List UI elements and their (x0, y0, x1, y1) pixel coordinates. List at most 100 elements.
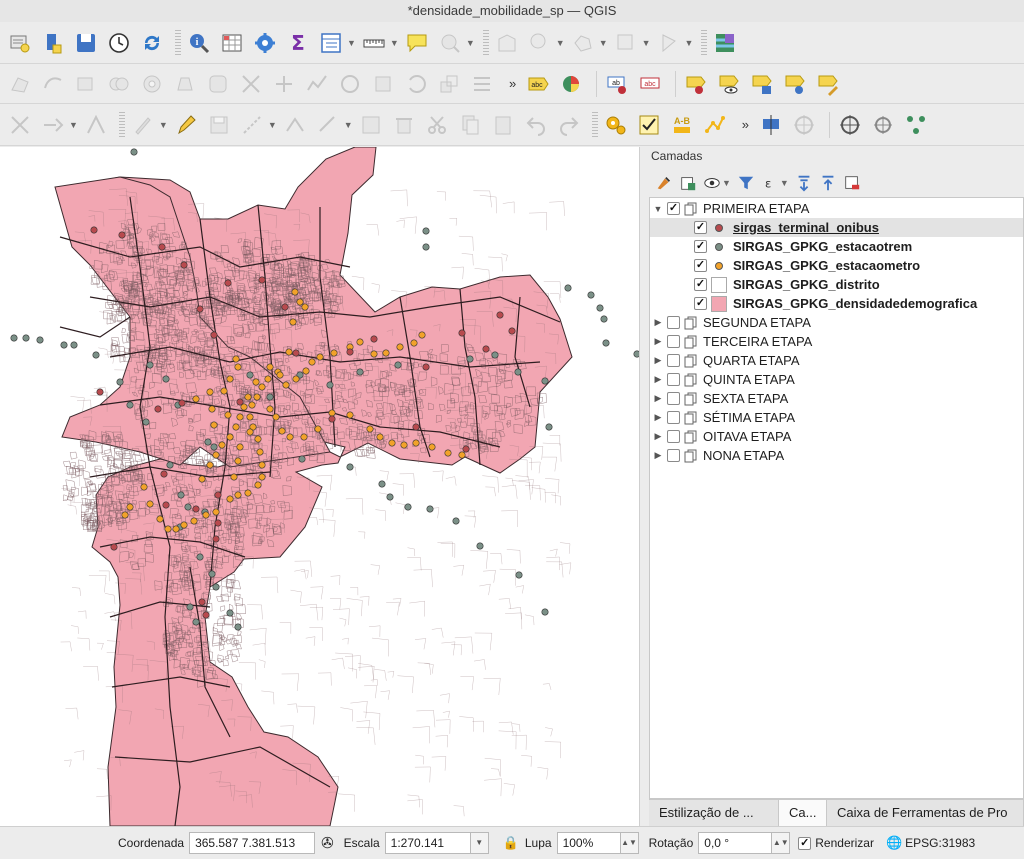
tab-styling[interactable]: Estilização de ... (649, 800, 779, 826)
vertex-tool-icon[interactable] (6, 70, 34, 98)
layer-checkbox[interactable]: ✓ (694, 297, 707, 310)
crs-capture-icon[interactable] (836, 111, 864, 139)
add-ring-icon[interactable] (336, 70, 364, 98)
join-attributes-icon[interactable]: A-B (668, 111, 696, 139)
tab-processing-toolbox[interactable]: Caixa de Ferramentas de Pro (827, 800, 1024, 826)
chevron-down-icon[interactable]: ▼ (466, 38, 475, 48)
measure-icon[interactable] (360, 29, 388, 57)
group-checkbox[interactable] (667, 430, 680, 443)
map-tips-icon[interactable] (403, 29, 431, 57)
lock-scale-icon[interactable]: 🔒 (503, 835, 519, 851)
save-edits-icon[interactable] (205, 111, 233, 139)
rotate-label-icon[interactable] (781, 70, 809, 98)
delete-ring-icon[interactable] (138, 70, 166, 98)
layer-group-primeira-etapa[interactable]: ▼ ✓ PRIMEIRA ETAPA (650, 199, 1023, 218)
merge-features-icon[interactable] (105, 70, 133, 98)
layer-group[interactable]: ▶ SEGUNDA ETAPA (650, 313, 1023, 332)
simplify-icon[interactable] (303, 70, 331, 98)
select-features-icon[interactable] (436, 29, 464, 57)
layer-item[interactable]: ✓ SIRGAS_GPKG_densidadedemografica (650, 294, 1023, 313)
layer-item[interactable]: ✓ SIRGAS_GPKG_estacaometro (650, 256, 1023, 275)
processing-gears-icon[interactable] (602, 111, 630, 139)
crs-button[interactable]: EPSG:31983 (905, 836, 975, 850)
reshape-icon[interactable] (39, 70, 67, 98)
expand-arrow-icon[interactable]: ▶ (653, 355, 663, 366)
map-canvas[interactable] (0, 147, 640, 826)
layer-item[interactable]: ✓ sirgas_terminal_onibus (650, 218, 1023, 237)
toolbar-overflow-button[interactable]: » (509, 76, 516, 91)
add-feature-icon[interactable] (238, 111, 266, 139)
group-checkbox[interactable] (667, 373, 680, 386)
layer-checkbox[interactable]: ✓ (694, 259, 707, 272)
expand-arrow-icon[interactable]: ▶ (653, 412, 663, 423)
add-part-icon[interactable] (369, 70, 397, 98)
current-edits-icon[interactable] (129, 111, 157, 139)
identify-icon[interactable]: i (185, 29, 213, 57)
expand-arrow-icon[interactable]: ▶ (653, 317, 663, 328)
snapping-icon[interactable] (39, 111, 67, 139)
select-by-value-icon[interactable] (526, 29, 554, 57)
split-features-icon[interactable] (237, 70, 265, 98)
group-checkbox[interactable] (667, 335, 680, 348)
zoom-crosshair-icon[interactable] (790, 111, 818, 139)
chevron-down-icon[interactable]: ▼ (556, 38, 565, 48)
chevron-down-icon[interactable]: ▼ (390, 38, 399, 48)
filter-legend-icon[interactable] (735, 172, 757, 194)
layer-item[interactable]: ✓ SIRGAS_GPKG_estacaotrem (650, 237, 1023, 256)
layer-checkbox[interactable]: ✓ (694, 278, 707, 291)
group-checkbox[interactable] (667, 316, 680, 329)
group-checkbox[interactable] (667, 411, 680, 424)
rotate-feature-icon[interactable] (402, 70, 430, 98)
undo-icon[interactable] (522, 111, 550, 139)
move-label-tool-icon[interactable] (748, 70, 776, 98)
new-print-layout-icon[interactable] (6, 29, 34, 57)
expression-filter-icon[interactable]: ε (759, 172, 781, 194)
statistics-sum-icon[interactable]: Σ (284, 29, 312, 57)
cut-icon[interactable] (423, 111, 451, 139)
network-icon[interactable] (701, 111, 729, 139)
mouse-coordinates-icon[interactable]: ✇ (321, 834, 334, 852)
spin-arrows-icon[interactable]: ▲▼ (619, 833, 638, 853)
scale-combo[interactable]: 1:270.141 ▼ (384, 832, 489, 854)
chevron-down-icon[interactable]: ▼ (780, 178, 789, 188)
group-checkbox[interactable] (667, 449, 680, 462)
tab-layers[interactable]: Ca... (779, 800, 827, 826)
pin-label-icon[interactable]: ab (603, 70, 631, 98)
spin-arrows-icon[interactable]: ▲▼ (771, 833, 790, 853)
bookmark-icon[interactable] (39, 29, 67, 57)
georef-icon[interactable] (902, 111, 930, 139)
chevron-down-icon[interactable]: ▼ (344, 120, 353, 130)
attribute-edit-icon[interactable] (357, 111, 385, 139)
delete-part-icon[interactable] (171, 70, 199, 98)
magnifier-spinbox[interactable]: 100% ▲▼ (556, 832, 639, 854)
remove-layer-icon[interactable] (841, 172, 863, 194)
layer-item[interactable]: ✓ SIRGAS_GPKG_distrito (650, 275, 1023, 294)
change-label-icon[interactable] (814, 70, 842, 98)
refresh-icon[interactable] (138, 29, 166, 57)
layer-tree[interactable]: ▼ ✓ PRIMEIRA ETAPA ✓ sirgas_terminal_onib… (649, 197, 1024, 799)
fill-ring-icon[interactable] (204, 70, 232, 98)
style-manager-icon[interactable] (653, 172, 675, 194)
chevron-down-icon[interactable]: ▼ (722, 178, 731, 188)
chevron-down-icon[interactable]: ▼ (642, 38, 651, 48)
cancel-edits-icon[interactable] (6, 111, 34, 139)
move-label-icon[interactable] (569, 29, 597, 57)
layer-group[interactable]: ▶ QUARTA ETAPA (650, 351, 1023, 370)
chevron-down-icon[interactable]: ▼ (599, 38, 608, 48)
show-hide-label-icon[interactable] (682, 70, 710, 98)
expand-arrow-icon[interactable]: ▶ (653, 393, 663, 404)
expand-arrow-icon[interactable]: ▶ (653, 431, 663, 442)
attribute-table-icon[interactable] (317, 29, 345, 57)
diagram-icon[interactable] (557, 70, 585, 98)
select-by-expression-icon[interactable] (493, 29, 521, 57)
offset-curve-icon[interactable] (72, 70, 100, 98)
paste-icon[interactable] (489, 111, 517, 139)
layer-group[interactable]: ▶ TERCEIRA ETAPA (650, 332, 1023, 351)
modify-attributes-icon[interactable] (314, 111, 342, 139)
toggle-editing-icon[interactable] (172, 111, 200, 139)
scale-feature-icon[interactable] (435, 70, 463, 98)
rotation-spinbox[interactable]: 0,0 ° ▲▼ (698, 832, 791, 854)
expand-arrow-icon[interactable]: ▶ (653, 450, 663, 461)
pan-to-selection-icon[interactable] (757, 111, 785, 139)
layer-group[interactable]: ▶ NONA ETAPA (650, 446, 1023, 465)
